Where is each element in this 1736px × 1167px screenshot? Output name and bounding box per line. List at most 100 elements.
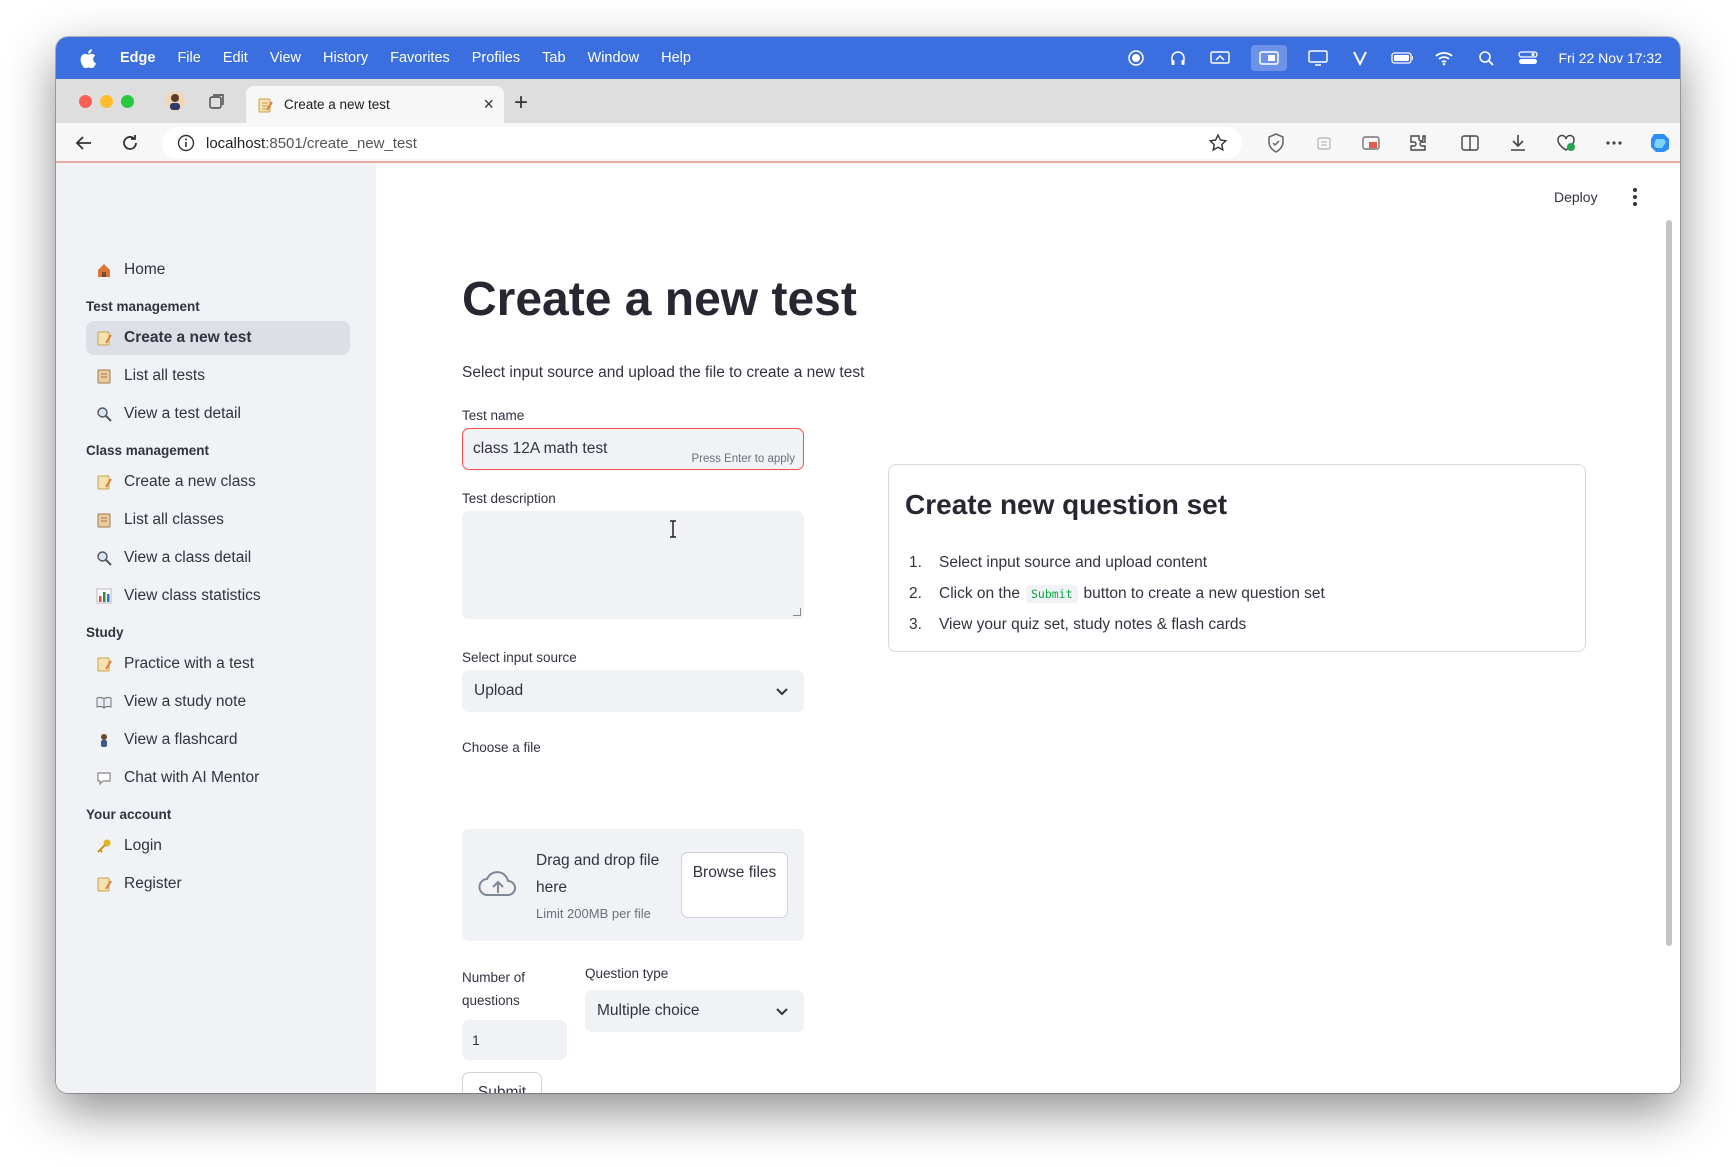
choose-file-label: Choose a file (462, 740, 541, 755)
menubar-clock[interactable]: Fri 22 Nov 17:32 (1559, 50, 1663, 66)
back-arrow-icon[interactable] (72, 131, 96, 155)
chevron-down-icon (776, 1008, 788, 1016)
main-menu-icon[interactable] (1630, 188, 1640, 208)
minimize-window-button[interactable] (100, 95, 113, 108)
browser-toolbar: localhost:8501/create_new_test (56, 123, 1680, 163)
screenshot-extension-icon[interactable] (1359, 131, 1383, 155)
record-icon[interactable] (1125, 49, 1147, 67)
menu-view[interactable]: View (270, 50, 301, 66)
page-subtitle: Select input source and upload the file … (462, 364, 865, 381)
browser-window: Edge File Edit View History Favorites Pr… (56, 37, 1680, 1093)
sidebar-item-create-new-class[interactable]: Create a new class (86, 465, 350, 499)
sidebar-item-label: View a study note (124, 693, 247, 710)
shield-extension-icon[interactable] (1264, 131, 1288, 155)
test-name-label: Test name (462, 408, 525, 423)
ledger-icon (94, 366, 114, 386)
step-number: 1. (909, 553, 922, 571)
sidebar-item-create-new-test[interactable]: Create a new test (86, 321, 350, 355)
extensions-puzzle-icon[interactable] (1406, 131, 1430, 155)
input-source-select[interactable]: Upload (462, 670, 804, 712)
step-text: Select input source and upload content (939, 553, 1207, 571)
num-questions-value: 1 (472, 1032, 480, 1048)
battery-icon[interactable] (1390, 49, 1413, 67)
more-options-icon[interactable] (1602, 131, 1626, 155)
site-info-icon[interactable] (176, 133, 196, 153)
test-description-textarea[interactable] (462, 511, 804, 619)
apple-icon[interactable] (80, 37, 120, 79)
sidebar-item-list-all-tests[interactable]: List all tests (86, 359, 350, 393)
deploy-button[interactable]: Deploy (1554, 189, 1598, 205)
menu-app-name[interactable]: Edge (120, 50, 155, 66)
sidebar-item-view-flashcard[interactable]: View a flashcard (86, 723, 350, 757)
workspaces-icon[interactable] (206, 90, 228, 112)
close-tab-icon[interactable]: × (483, 94, 494, 115)
menu-favorites[interactable]: Favorites (390, 50, 450, 66)
sidebar-item-view-class-statistics[interactable]: View class statistics (86, 579, 350, 613)
sidebar-item-label: Home (124, 261, 166, 278)
file-uploader-dropzone[interactable]: Drag and drop file here Limit 200MB per … (462, 829, 804, 941)
menu-window[interactable]: Window (588, 50, 640, 66)
test-name-value: class 12A math test (473, 440, 608, 457)
screen-share-icon[interactable] (1209, 49, 1231, 67)
sidebar-item-label: View class statistics (124, 587, 261, 604)
tab-create-new-test[interactable]: Create a new test × (246, 86, 504, 123)
tab-title: Create a new test (284, 97, 390, 112)
favorite-star-icon[interactable] (1208, 133, 1228, 157)
menu-tab[interactable]: Tab (542, 50, 565, 66)
browser-essentials-icon[interactable] (1554, 131, 1578, 155)
wifi-icon[interactable] (1433, 49, 1455, 67)
stage-manager-icon[interactable] (1250, 45, 1287, 71)
split-screen-icon[interactable] (1458, 131, 1482, 155)
sidebar-item-login[interactable]: Login (86, 829, 350, 863)
num-questions-input[interactable]: 1 (462, 1020, 567, 1060)
sidebar-item-view-test-detail[interactable]: View a test detail (86, 397, 350, 431)
new-tab-icon[interactable]: + (514, 89, 528, 117)
address-bar[interactable]: localhost:8501/create_new_test (162, 127, 1242, 159)
info-steps-list: 1. Select input source and upload conten… (909, 547, 1325, 640)
headphones-icon[interactable] (1167, 49, 1189, 67)
sidebar-item-view-study-note[interactable]: View a study note (86, 685, 350, 719)
sidebar-item-list-all-classes[interactable]: List all classes (86, 503, 350, 537)
profile-avatar-icon[interactable] (164, 90, 186, 112)
sidebar-section-class-management: Class management (86, 442, 210, 458)
sidebar-item-label: Create a new test (124, 329, 252, 346)
menu-profiles[interactable]: Profiles (472, 50, 520, 66)
extension-icon[interactable] (1312, 131, 1336, 155)
downloads-icon[interactable] (1506, 131, 1530, 155)
sidebar-item-label: List all tests (124, 367, 205, 384)
close-window-button[interactable] (79, 95, 92, 108)
question-type-select[interactable]: Multiple choice (585, 990, 804, 1032)
resize-grip-icon[interactable] (793, 608, 801, 616)
reload-icon[interactable] (118, 131, 142, 155)
menu-history[interactable]: History (323, 50, 368, 66)
sidebar-item-chat-ai-mentor[interactable]: Chat with AI Mentor (86, 761, 350, 795)
control-center-icon[interactable] (1517, 49, 1539, 67)
step-text: Click on the (939, 584, 1020, 602)
display-icon[interactable] (1307, 49, 1329, 67)
sidebar-item-register[interactable]: Register (86, 867, 350, 901)
page-scrollbar[interactable] (1666, 220, 1672, 946)
sidebar-item-home[interactable]: Home (86, 253, 350, 287)
test-name-input[interactable]: class 12A math test Press Enter to apply (462, 428, 804, 470)
file-limit-text: Limit 200MB per file (536, 906, 651, 921)
sidebar-item-label: Practice with a test (124, 655, 255, 672)
page-title: Create a new test (462, 273, 857, 326)
spotlight-search-icon[interactable] (1475, 49, 1497, 67)
sidebar-section-your-account: Your account (86, 806, 172, 822)
submit-code-snippet: Submit (1025, 584, 1078, 603)
submit-button[interactable]: Submit (462, 1072, 542, 1093)
url-text: localhost:8501/create_new_test (206, 135, 417, 152)
menu-file[interactable]: File (177, 50, 200, 66)
copilot-icon[interactable] (1648, 131, 1672, 155)
menu-edit[interactable]: Edit (223, 50, 248, 66)
zoom-window-button[interactable] (121, 95, 134, 108)
url-path: :8501/create_new_test (265, 134, 417, 152)
v-app-icon[interactable] (1349, 49, 1371, 67)
browse-files-button[interactable]: Browse files (681, 852, 788, 918)
memo-favicon-icon (256, 96, 274, 114)
sidebar-item-view-class-detail[interactable]: View a class detail (86, 541, 350, 575)
menu-help[interactable]: Help (661, 50, 691, 66)
sidebar-item-practice-with-test[interactable]: Practice with a test (86, 647, 350, 681)
key-icon (94, 836, 114, 856)
cloud-upload-icon (478, 871, 516, 896)
